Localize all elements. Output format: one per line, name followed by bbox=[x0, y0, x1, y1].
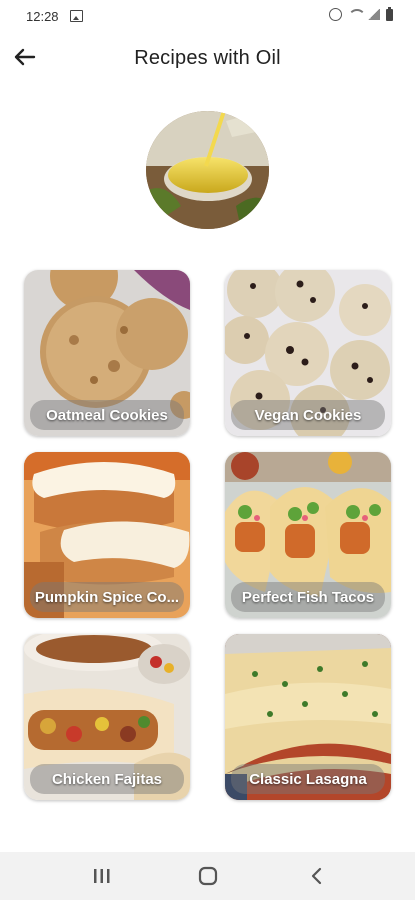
recipe-label: Oatmeal Cookies bbox=[30, 400, 184, 430]
status-bar: 12:28 bbox=[0, 0, 415, 32]
system-navigation-bar bbox=[0, 852, 415, 900]
recipe-label: Vegan Cookies bbox=[231, 400, 385, 430]
status-icons bbox=[329, 6, 393, 21]
recipe-card-vegan-cookies[interactable]: Vegan Cookies bbox=[225, 270, 391, 436]
recipe-label: Pumpkin Spice Co... bbox=[30, 582, 184, 612]
status-time: 12:28 bbox=[26, 9, 59, 24]
image-notification-icon bbox=[70, 10, 83, 22]
signal-icon bbox=[368, 9, 380, 20]
nav-back-button[interactable] bbox=[305, 866, 329, 886]
recents-icon bbox=[94, 869, 110, 883]
recipe-label: Classic Lasagna bbox=[231, 764, 385, 794]
battery-icon bbox=[386, 6, 393, 21]
chevron-left-icon bbox=[311, 867, 322, 885]
home-icon bbox=[198, 866, 218, 886]
home-button[interactable] bbox=[196, 866, 220, 886]
recents-button[interactable] bbox=[90, 866, 114, 886]
alarm-icon bbox=[329, 8, 342, 21]
recipe-label: Chicken Fajitas bbox=[30, 764, 184, 794]
recipe-card-oatmeal-cookies[interactable]: Oatmeal Cookies bbox=[24, 270, 190, 436]
oil-hero-image bbox=[146, 111, 269, 229]
wifi-icon bbox=[348, 9, 366, 20]
recipe-card-classic-lasagna[interactable]: Classic Lasagna bbox=[225, 634, 391, 800]
page-title: Recipes with Oil bbox=[134, 47, 281, 69]
recipe-card-perfect-fish-tacos[interactable]: Perfect Fish Tacos bbox=[225, 452, 391, 618]
recipe-label: Perfect Fish Tacos bbox=[231, 582, 385, 612]
app-bar: Recipes with Oil bbox=[0, 32, 415, 84]
recipe-card-pumpkin-spice-cookies[interactable]: Pumpkin Spice Co... bbox=[24, 452, 190, 618]
recipe-card-chicken-fajitas[interactable]: Chicken Fajitas bbox=[24, 634, 190, 800]
